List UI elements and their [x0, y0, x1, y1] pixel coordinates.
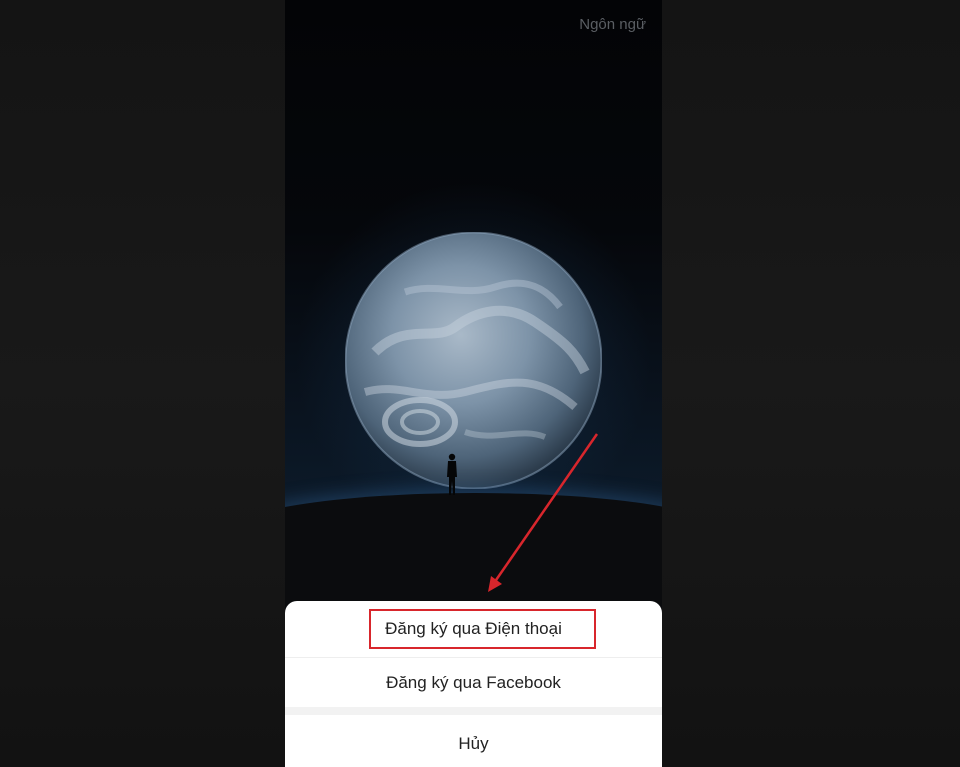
phone-screen: Ngôn ngữ Đăng ký qua Điện thoại Đăng ký … — [285, 0, 662, 767]
language-link[interactable]: Ngôn ngữ — [579, 16, 646, 33]
sheet-divider — [285, 707, 662, 715]
cancel-button[interactable]: Hủy — [285, 715, 662, 767]
signup-facebook-option[interactable]: Đăng ký qua Facebook — [285, 657, 662, 708]
earth-icon — [345, 232, 602, 489]
signup-action-sheet: Đăng ký qua Điện thoại Đăng ký qua Faceb… — [285, 601, 662, 767]
left-backdrop — [0, 0, 285, 767]
person-silhouette-icon — [447, 453, 457, 495]
screenshot-canvas: Ngôn ngữ Đăng ký qua Điện thoại Đăng ký … — [0, 0, 960, 767]
highlight-box — [369, 609, 596, 649]
right-backdrop — [662, 0, 960, 767]
